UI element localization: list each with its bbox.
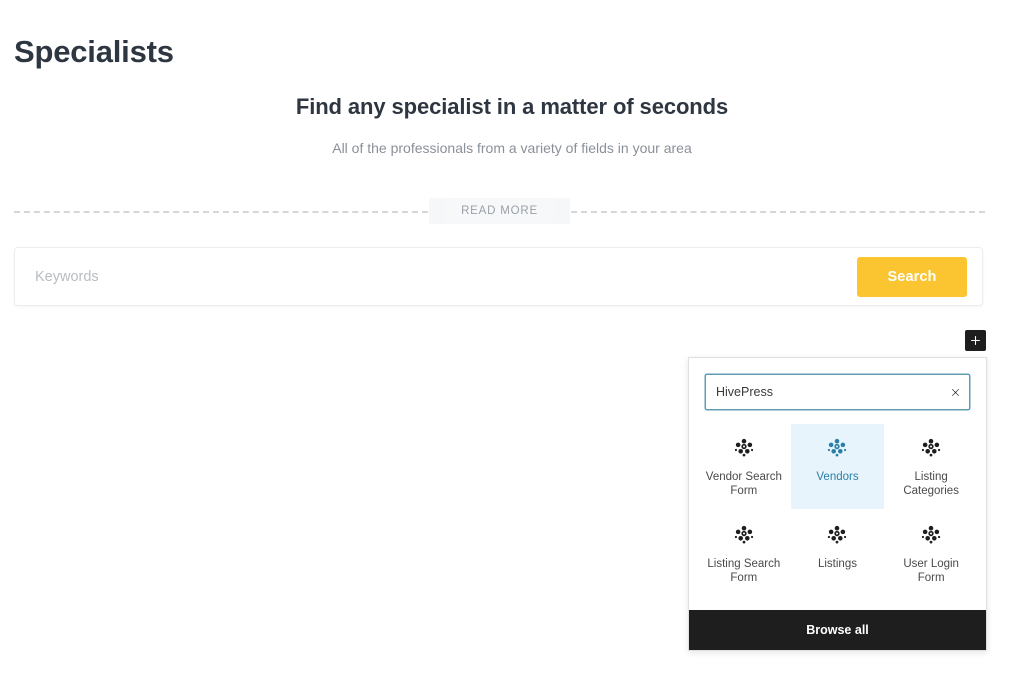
block-inserter-popover: Vendor Search Form: [688, 357, 987, 651]
browse-all-button[interactable]: Browse all: [689, 609, 986, 650]
block-item-listings[interactable]: Listings: [791, 511, 885, 596]
inserter-search-field[interactable]: [705, 374, 970, 410]
block-item-user-login-form[interactable]: User Login Form: [884, 511, 978, 596]
block-item-vendor-search-form[interactable]: Vendor Search Form: [697, 424, 791, 509]
hivepress-icon: [919, 436, 943, 460]
hero-heading: Find any specialist in a matter of secon…: [295, 94, 729, 119]
block-item-vendors[interactable]: Vendors: [790, 424, 885, 509]
plus-icon: [969, 334, 982, 347]
keywords-input[interactable]: [15, 248, 857, 305]
read-more-button[interactable]: READ MORE: [429, 198, 570, 224]
block-item-label: Listing Categories: [903, 471, 959, 498]
hero-section: Find any specialist in a matter of secon…: [0, 92, 1024, 158]
search-button[interactable]: Search: [857, 256, 967, 297]
hivepress-icon: [919, 523, 943, 547]
hero-subtext: All of the professionals from a variety …: [332, 139, 692, 156]
close-icon[interactable]: [941, 375, 969, 409]
hivepress-icon: [825, 436, 849, 460]
block-item-label: User Login Form: [903, 557, 959, 585]
block-item-listing-categories[interactable]: Listing Categories: [884, 424, 978, 509]
page-title: Specialists: [14, 34, 174, 69]
block-item-listing-search-form[interactable]: Listing Search Form: [697, 511, 791, 596]
search-form: Search: [14, 247, 983, 306]
block-inserter-toggle[interactable]: [965, 330, 986, 351]
block-item-label: Listing Search Form: [707, 557, 781, 585]
hivepress-icon: [825, 523, 849, 547]
read-more-label: READ MORE: [445, 199, 554, 223]
block-item-label: Vendors: [816, 471, 859, 483]
inserter-search-input[interactable]: [706, 375, 941, 409]
block-grid: Vendor Search Form Vendors Listing Categ…: [689, 420, 986, 610]
hivepress-icon: [732, 436, 756, 460]
inserter-search-row: [689, 358, 986, 420]
block-item-label: Listings: [817, 557, 857, 570]
block-item-label: Vendor Search Form: [705, 471, 782, 498]
hivepress-icon: [732, 523, 756, 547]
